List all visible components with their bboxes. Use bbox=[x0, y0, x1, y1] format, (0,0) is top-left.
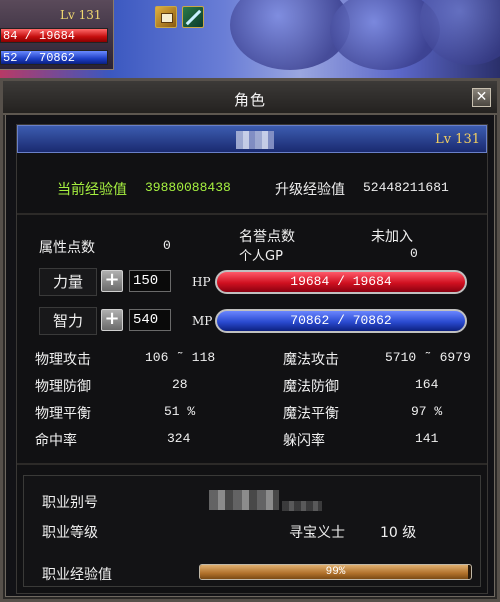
hud-mp-bar: 52 / 70862 bbox=[0, 50, 108, 65]
section-divider bbox=[17, 463, 487, 465]
physical-defense-label: 物理防御 bbox=[35, 379, 91, 395]
job-alias-redacted bbox=[209, 490, 279, 510]
attribute-points-value: 0 bbox=[163, 238, 171, 253]
job-title-redacted bbox=[282, 501, 322, 511]
character-name-redacted bbox=[236, 131, 274, 149]
hud-hp-bar: 84 / 19684 bbox=[0, 28, 108, 43]
job-alias-label: 职业别号 bbox=[42, 495, 98, 511]
job-info-panel: 职业别号 职业等级 寻宝义士 10 级 职业经验值 99% bbox=[23, 475, 481, 587]
hud-level: Lv 131 bbox=[60, 8, 102, 22]
honor-points-label: 名誉点数 bbox=[239, 229, 295, 245]
magic-balance-value: 97 % bbox=[411, 404, 443, 419]
magic-balance-label: 魔法平衡 bbox=[283, 406, 339, 422]
magic-attack-label: 魔法攻击 bbox=[283, 352, 339, 368]
strength-label: 力量 bbox=[39, 268, 97, 296]
sword-icon[interactable] bbox=[182, 6, 204, 28]
intelligence-label: 智力 bbox=[39, 307, 97, 335]
window-titlebar[interactable]: 角色 ✕ bbox=[3, 81, 497, 115]
window-title: 角色 bbox=[233, 91, 266, 109]
job-level-value: 10 级 bbox=[380, 525, 417, 541]
scroll-icon[interactable] bbox=[155, 6, 177, 28]
character-panel: Lv 131 当前经验值 39880088438 升级经验值 524482116… bbox=[16, 124, 488, 594]
attribute-points-label: 属性点数 bbox=[39, 240, 95, 256]
honor-points-value: 未加入 bbox=[371, 229, 413, 245]
current-exp-value: 39880088438 bbox=[145, 180, 231, 195]
intelligence-value: 540 bbox=[129, 309, 171, 331]
job-exp-label: 职业经验值 bbox=[42, 567, 112, 583]
close-button[interactable]: ✕ bbox=[472, 88, 491, 107]
next-exp-value: 52448211681 bbox=[363, 180, 449, 195]
hit-rate-label: 命中率 bbox=[35, 433, 77, 449]
dodge-rate-label: 躲闪率 bbox=[283, 433, 325, 449]
character-level: Lv 131 bbox=[435, 132, 480, 147]
dodge-rate-value: 141 bbox=[415, 431, 439, 446]
personal-gp-label: 个人GP bbox=[239, 249, 283, 264]
job-exp-text: 99% bbox=[325, 566, 346, 578]
job-exp-bar: 99% bbox=[199, 564, 472, 580]
add-strength-button[interactable]: + bbox=[101, 270, 123, 292]
hit-rate-value: 324 bbox=[167, 431, 191, 446]
job-level-label: 职业等级 bbox=[42, 525, 98, 541]
mp-tag: MP bbox=[192, 314, 213, 328]
job-title: 寻宝义士 bbox=[289, 525, 345, 541]
background-foliage bbox=[420, 0, 500, 65]
physical-balance-label: 物理平衡 bbox=[35, 406, 91, 422]
magic-defense-value: 164 bbox=[415, 377, 439, 392]
player-status-hud: Lv 131 84 / 19684 52 / 70862 bbox=[0, 0, 114, 70]
magic-defense-label: 魔法防御 bbox=[283, 379, 339, 395]
mp-bar: 70862 / 70862 bbox=[215, 309, 467, 333]
physical-attack-value: 106 ˜ 118 bbox=[145, 350, 216, 365]
section-divider bbox=[17, 213, 487, 215]
physical-attack-label: 物理攻击 bbox=[35, 352, 91, 368]
physical-defense-value: 28 bbox=[172, 377, 188, 392]
hp-tag: HP bbox=[192, 275, 211, 289]
hp-bar: 19684 / 19684 bbox=[215, 270, 467, 294]
add-intelligence-button[interactable]: + bbox=[101, 309, 123, 331]
physical-balance-value: 51 % bbox=[164, 404, 196, 419]
current-exp-label: 当前经验值 bbox=[57, 182, 127, 198]
magic-attack-value: 5710 ˜ 6979 bbox=[385, 350, 471, 365]
next-exp-label: 升级经验值 bbox=[275, 182, 345, 198]
character-name-bar: Lv 131 bbox=[17, 125, 487, 153]
strength-value: 150 bbox=[129, 270, 171, 292]
personal-gp-value: 0 bbox=[410, 246, 418, 261]
character-window: 角色 ✕ Lv 131 当前经验值 39880088438 升级经验值 5244… bbox=[0, 78, 500, 602]
